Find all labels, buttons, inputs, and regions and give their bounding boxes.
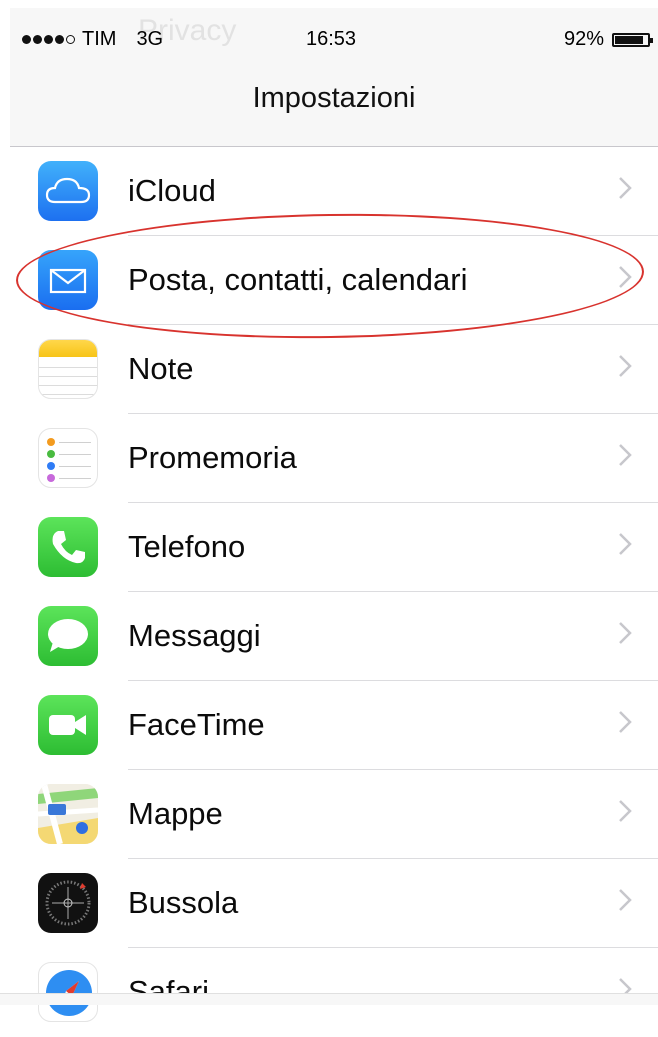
chevron-right-icon <box>619 355 632 377</box>
reminders-icon <box>38 428 98 488</box>
settings-row-facetime[interactable]: FaceTime <box>10 681 658 770</box>
chevron-right-icon <box>619 177 632 199</box>
chevron-right-icon <box>619 711 632 733</box>
battery-percent: 92% <box>563 28 604 50</box>
chevron-right-icon <box>619 444 632 466</box>
maps-icon <box>38 784 98 844</box>
status-right: 92% <box>563 28 653 51</box>
carrier-label: TIM <box>82 28 117 50</box>
chevron-right-icon <box>619 622 632 644</box>
settings-row-mail[interactable]: Posta, contatti, calendari <box>10 236 658 325</box>
bottom-bar <box>0 993 658 1005</box>
status-bar: Privacy TIM 3G 16:53 92% <box>10 8 658 62</box>
settings-row-label: Messaggi <box>128 618 261 653</box>
settings-row-label: Mappe <box>128 796 223 831</box>
facetime-icon <box>38 695 98 755</box>
page-title: Impostazioni <box>252 82 416 114</box>
settings-list: iCloud Posta, contatti, calendari Note P… <box>10 147 658 1037</box>
icloud-icon <box>38 161 98 221</box>
settings-row-label: FaceTime <box>128 707 265 742</box>
settings-row-label: Bussola <box>128 885 239 920</box>
navigation-bar: Impostazioni <box>10 62 658 147</box>
chevron-right-icon <box>619 533 632 555</box>
chevron-right-icon <box>619 266 632 288</box>
settings-row-reminders[interactable]: Promemoria <box>10 414 658 503</box>
messages-icon <box>38 606 98 666</box>
settings-row-icloud[interactable]: iCloud <box>10 147 658 236</box>
settings-row-label: Telefono <box>128 529 246 564</box>
chevron-right-icon <box>619 889 632 911</box>
settings-row-maps[interactable]: Mappe <box>10 770 658 859</box>
settings-row-label: Posta, contatti, calendari <box>128 262 468 297</box>
compass-icon <box>38 873 98 933</box>
network-label: 3G <box>136 28 164 50</box>
battery-icon <box>612 32 653 47</box>
safari-icon <box>38 962 98 1022</box>
settings-row-compass[interactable]: Bussola <box>10 859 658 948</box>
notes-icon <box>38 339 98 399</box>
settings-row-messages[interactable]: Messaggi <box>10 592 658 681</box>
phone-icon <box>38 517 98 577</box>
settings-row-phone[interactable]: Telefono <box>10 503 658 592</box>
clock: 16:53 <box>306 28 357 50</box>
mail-icon <box>38 250 98 310</box>
chevron-right-icon <box>619 800 632 822</box>
settings-row-label: iCloud <box>128 173 216 208</box>
status-left: TIM 3G <box>22 28 163 51</box>
signal-strength-icon <box>22 35 75 44</box>
settings-row-label: Promemoria <box>128 440 297 475</box>
settings-row-notes[interactable]: Note <box>10 325 658 414</box>
settings-row-label: Note <box>128 351 194 386</box>
